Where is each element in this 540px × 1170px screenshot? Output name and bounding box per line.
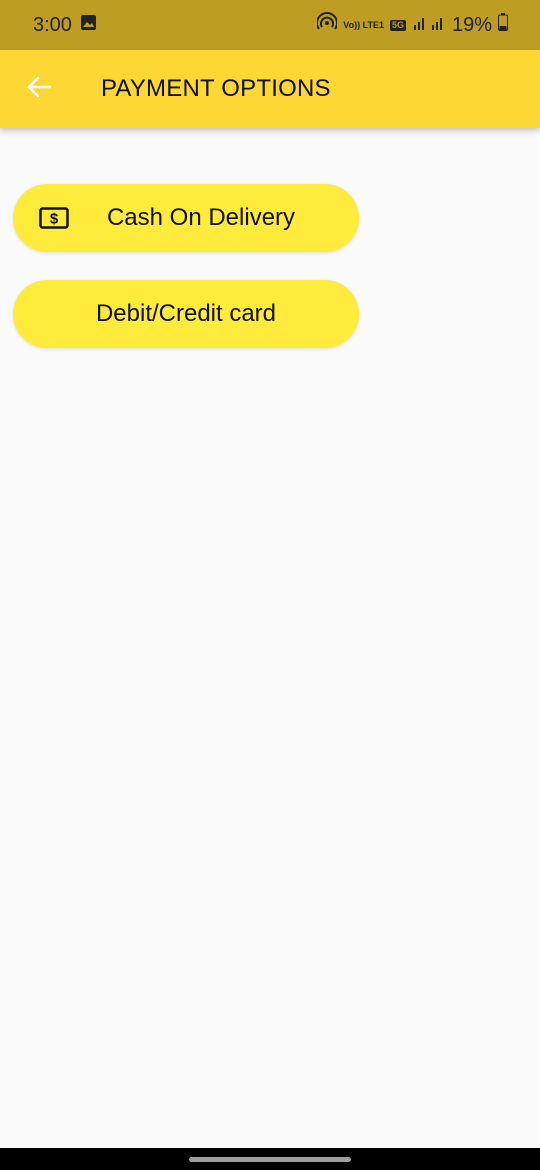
svg-text:$: $ [50,211,59,228]
arrow-left-icon [26,74,52,105]
status-time: 3:00 [33,13,72,36]
five-g-label: 5G [389,19,406,31]
page-title: PAYMENT OPTIONS [101,75,331,102]
battery-icon [498,13,508,37]
home-indicator[interactable] [189,1157,351,1162]
status-left: 3:00 [33,14,97,37]
back-button[interactable] [0,50,78,128]
status-right: Vo)) LTE1 5G 19% [316,12,508,38]
app-bar: PAYMENT OPTIONS [0,50,540,128]
debit-credit-card-label: Debit/Credit card [95,300,277,327]
cash-icon: $ [39,207,69,236]
cash-on-delivery-button[interactable]: $ Cash On Delivery [13,184,359,252]
signal-icon [412,13,446,37]
image-icon [80,14,97,37]
battery-percent: 19% [451,13,492,36]
cash-on-delivery-label: Cash On Delivery [106,204,296,231]
navigation-bar [0,1148,540,1170]
network-mark: Vo)) LTE1 [343,19,384,30]
debit-credit-card-button[interactable]: Debit/Credit card [13,280,359,348]
hotspot-icon [316,12,339,38]
status-bar: 3:00 Vo)) LTE1 5G 19% [0,0,540,50]
